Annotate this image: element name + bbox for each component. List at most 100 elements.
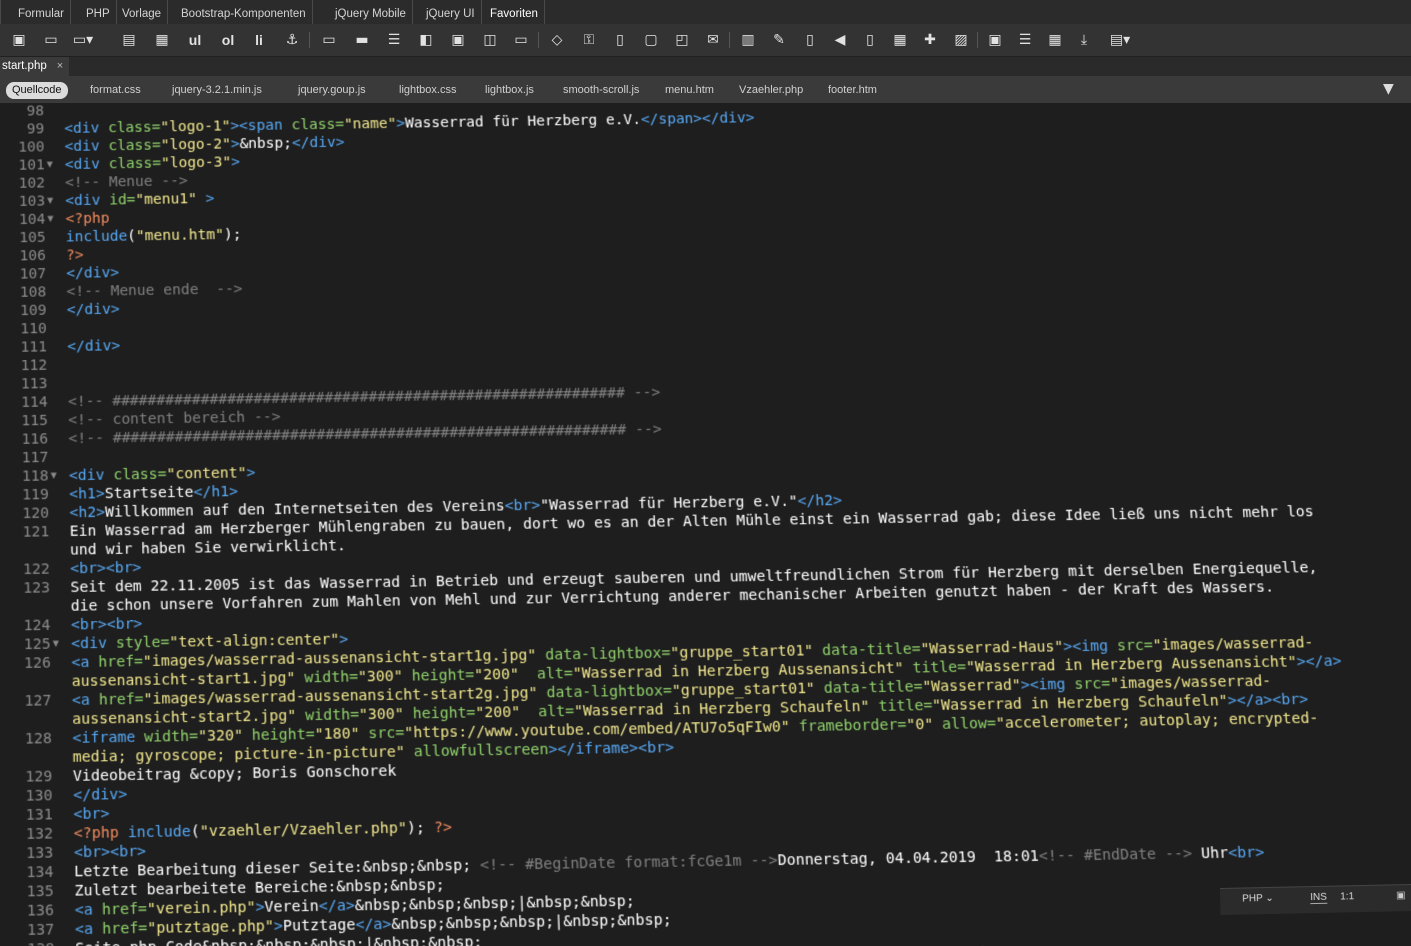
related-file-quellcode[interactable]: Quellcode xyxy=(6,82,68,99)
table-icon[interactable]: ▤ xyxy=(120,31,138,49)
plugin-icon[interactable]: ✚ xyxy=(921,31,939,49)
anchor-icon[interactable]: ⚓ xyxy=(283,31,301,49)
related-file[interactable]: menu.htm xyxy=(659,82,720,99)
fold-toggle-icon[interactable]: ▼ xyxy=(47,210,53,228)
fold-toggle-icon[interactable]: ▼ xyxy=(53,635,59,654)
related-file[interactable]: footer.htm xyxy=(822,82,883,99)
related-file[interactable]: format.css xyxy=(84,82,147,99)
code-token: include xyxy=(65,228,128,246)
code-token: > xyxy=(230,136,240,153)
insert-tab-formular[interactable]: Formular xyxy=(12,0,72,24)
code-token: width= xyxy=(295,668,359,687)
footer-icon[interactable]: ▭ xyxy=(512,31,530,49)
code-token: > xyxy=(230,154,241,171)
file-icon[interactable]: ▯ xyxy=(861,31,879,49)
button-icon[interactable]: ▬ xyxy=(353,31,371,49)
related-file[interactable]: smooth-scroll.js xyxy=(557,82,645,99)
code-token: "200" xyxy=(475,704,521,722)
code-token: "name" xyxy=(343,115,397,133)
film-icon[interactable]: ▥ xyxy=(739,31,757,49)
related-file[interactable]: jquery-3.2.1.min.js xyxy=(166,82,268,99)
columns-icon[interactable]: ◫ xyxy=(481,31,499,49)
comment-icon[interactable]: ▯ xyxy=(611,31,629,49)
image-edit-icon[interactable]: ▨ xyxy=(952,31,970,49)
form-dropdown-icon[interactable]: ▭▾ xyxy=(73,31,93,49)
related-file[interactable]: lightbox.js xyxy=(479,82,540,99)
status-bar: PHP ⌄ INS 1:1 ▣ xyxy=(1220,884,1411,915)
code-token: <br><br> xyxy=(70,559,142,578)
code-token: "Wasserrad" xyxy=(921,677,1022,696)
code-token: <br><br> xyxy=(70,615,143,634)
list-icon[interactable]: ☰ xyxy=(385,31,403,49)
insert-tab-vorlage[interactable]: Vorlage xyxy=(116,0,169,24)
document-tab-name: start.php xyxy=(2,60,47,72)
fold-toggle-icon[interactable]: ▼ xyxy=(47,192,53,210)
code-token: ><img xyxy=(1062,637,1118,656)
code-token: <br> xyxy=(1227,844,1265,862)
related-file[interactable]: lightbox.css xyxy=(393,82,462,99)
layout-icon[interactable]: ◧ xyxy=(417,31,435,49)
insert-tab-jquery-ui[interactable]: jQuery UI xyxy=(420,0,482,24)
insert-tab-favoriten[interactable]: Favoriten xyxy=(484,0,545,26)
ol-icon[interactable]: ol xyxy=(219,31,237,49)
code-token: <div xyxy=(64,120,109,137)
image-icon[interactable]: ▣ xyxy=(10,31,28,49)
line-number: 99 xyxy=(26,121,45,138)
code-token: </div> xyxy=(73,786,128,805)
code-text: </div> xyxy=(67,300,120,319)
close-icon[interactable]: × xyxy=(57,60,63,72)
toolbar-separator xyxy=(538,32,539,48)
code-token: <div xyxy=(64,138,109,155)
fold-toggle-icon[interactable]: ▼ xyxy=(47,156,53,174)
related-file[interactable]: Vzaehler.php xyxy=(733,82,809,99)
tag-icon[interactable]: ◇ xyxy=(548,31,566,49)
frame-icon[interactable]: ▦ xyxy=(153,31,171,49)
menu-icon[interactable]: ☰ xyxy=(1016,31,1034,49)
edit-icon[interactable]: ✎ xyxy=(770,31,788,49)
code-token: </a> xyxy=(318,897,356,916)
li-icon[interactable]: li xyxy=(250,31,268,49)
line-number: 101 xyxy=(18,157,45,174)
code-token: height= xyxy=(242,726,315,745)
code-token: "logo-3" xyxy=(160,154,232,172)
mail-icon[interactable]: ✉ xyxy=(704,31,722,49)
table-settings-icon[interactable]: ▦ xyxy=(891,31,909,49)
media-icon[interactable]: ▢ xyxy=(642,31,660,49)
embed-icon[interactable]: ▣ xyxy=(986,31,1004,49)
document-tab[interactable]: start.php × xyxy=(0,57,70,76)
filter-icon[interactable]: ▼ xyxy=(1383,81,1399,97)
box-icon[interactable]: ▣ xyxy=(449,31,467,49)
code-token: > xyxy=(196,190,215,208)
form-icon[interactable]: ▭ xyxy=(42,31,60,49)
fold-toggle-icon[interactable]: ▼ xyxy=(51,467,57,486)
audio-icon[interactable]: ◀ xyxy=(831,31,849,49)
date-icon[interactable]: ▦ xyxy=(1046,31,1064,49)
code-text: <br><br> xyxy=(70,559,142,579)
code-token: class= xyxy=(113,466,167,484)
insert-tab-jquery-mobile[interactable]: jQuery Mobile xyxy=(329,0,413,24)
ul-icon[interactable]: ul xyxy=(186,31,204,49)
insert-mode-indicator[interactable]: INS xyxy=(1310,891,1328,905)
key-icon[interactable]: ⚿ xyxy=(580,31,598,49)
download-icon[interactable]: ⤓ xyxy=(1075,31,1093,49)
chevron-down-icon: ⌄ xyxy=(1265,892,1274,905)
code-token: "gruppe_start01" xyxy=(671,680,816,700)
code-token: <a xyxy=(74,920,103,939)
code-token: <h2> xyxy=(69,504,106,522)
code-editor[interactable]: 98 99 <div class="logo-1"><span class="nam… xyxy=(0,103,1411,946)
div-icon[interactable]: ▭ xyxy=(320,31,338,49)
line-number: 137 xyxy=(27,921,55,940)
document-type-select[interactable]: PHP ⌄ xyxy=(1242,893,1274,905)
window-size-icon[interactable]: ▣ xyxy=(1396,890,1406,901)
line-number: 131 xyxy=(25,806,53,825)
insert-tab-php[interactable]: PHP xyxy=(80,0,117,24)
code-token: Verein xyxy=(264,898,319,917)
code-token: ></a><br> xyxy=(1227,691,1309,710)
related-files-bar: Quellcode format.css jquery-3.2.1.min.js… xyxy=(0,77,1411,104)
widget-icon[interactable]: ◰ xyxy=(673,31,691,49)
more-icon[interactable]: ▤▾ xyxy=(1106,31,1134,49)
page-icon[interactable]: ▯ xyxy=(801,31,819,49)
related-file[interactable]: jquery.goup.js xyxy=(292,82,372,99)
insert-tab-bootstrap[interactable]: Bootstrap-Komponenten xyxy=(175,0,313,24)
code-token: <a xyxy=(71,691,99,710)
